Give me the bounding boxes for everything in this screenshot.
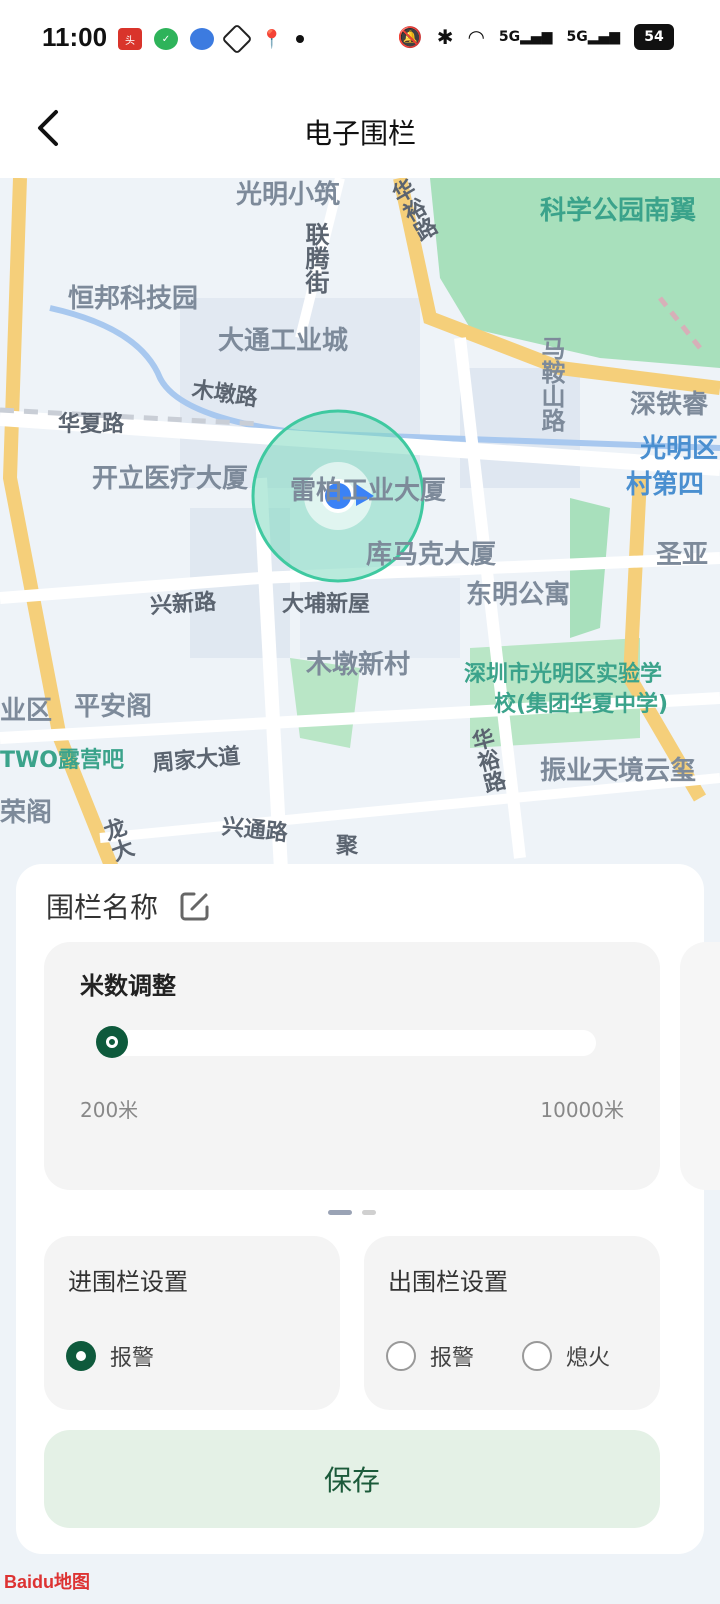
- signal-5g-icon: 5G▂▄▆: [498, 29, 553, 45]
- status-right-icons: 🔕 ✱ ◠ 5G▂▄▆ 5G▂▄▆ 54: [398, 24, 674, 50]
- status-left-icons: 头 ✓ 📍: [118, 23, 304, 55]
- page-title: 电子围栏: [303, 117, 416, 150]
- status-bar: 11:00 头 ✓ 📍 🔕 ✱ ◠ 5G▂▄▆ 5G▂▄▆ 54: [0, 0, 720, 82]
- edit-icon[interactable]: [178, 889, 212, 923]
- exit-fence-options: 报警 熄火: [386, 1340, 610, 1372]
- map-label: 马鞍山路: [537, 336, 565, 432]
- browser-app-icon: [190, 28, 214, 50]
- range-title: 米数调整: [80, 972, 176, 1000]
- bell-off-icon: 🔕: [397, 25, 423, 49]
- enter-alarm-label: 报警: [110, 1346, 155, 1371]
- exit-fence-card: 出围栏设置 报警 熄火: [364, 1236, 660, 1410]
- map-label: 圣亚: [656, 540, 709, 570]
- map-label: 平安阁: [74, 692, 153, 722]
- exit-engine-off-label: 熄火: [566, 1346, 611, 1371]
- battery-icon: 54: [634, 24, 674, 50]
- diamond-app-icon: [221, 23, 253, 55]
- baidu-map-logo: Baidu地图: [4, 1572, 91, 1592]
- save-button[interactable]: 保存: [44, 1430, 660, 1528]
- map-label: 振业天境云玺: [540, 756, 697, 786]
- toutiao-app-icon: 头: [118, 28, 142, 50]
- exit-fence-title: 出围栏设置: [388, 1268, 508, 1296]
- range-slider-track[interactable]: [98, 1030, 596, 1056]
- map-label: 光明小筑: [236, 180, 341, 210]
- radio-checked-icon: [66, 1341, 96, 1371]
- map-label: TWO露营吧: [0, 748, 124, 773]
- enter-fence-options: 报警: [66, 1340, 154, 1372]
- map-label: 科学公园南翼: [540, 196, 697, 226]
- exit-engine-off-radio[interactable]: 熄火: [522, 1340, 610, 1372]
- map-label: 光明区: [640, 434, 719, 464]
- map-label: 恒邦科技园: [68, 284, 199, 314]
- fence-settings-panel: 围栏名称 米数调整 200米 10000米 进围栏设置 报警 出围栏设置 报警 …: [16, 864, 720, 1554]
- map-label: 深圳市光明区实验学: [464, 662, 663, 687]
- notification-dot-icon: [296, 35, 304, 43]
- pager-dots: [328, 1210, 376, 1215]
- range-slider-thumb[interactable]: [96, 1026, 128, 1058]
- enter-alarm-radio[interactable]: 报警: [66, 1340, 154, 1372]
- exit-alarm-label: 报警: [430, 1346, 475, 1371]
- map-label: 兴新路: [149, 589, 217, 620]
- map-label: 木墩新村: [306, 650, 411, 680]
- wifi-icon: ◠: [467, 25, 485, 49]
- map-label: 大埔新屋: [282, 592, 371, 617]
- map-label: 村第四: [626, 470, 705, 500]
- shield-app-icon: ✓: [154, 28, 178, 50]
- exit-alarm-radio[interactable]: 报警: [386, 1340, 474, 1372]
- map-label: 荣阁: [0, 798, 53, 828]
- pager-dot[interactable]: [362, 1210, 376, 1215]
- fence-name-label: 围栏名称: [46, 891, 159, 924]
- enter-fence-title: 进围栏设置: [68, 1268, 188, 1296]
- map-label: 库马克大厦: [366, 540, 497, 570]
- range-min-label: 200米: [80, 1098, 139, 1122]
- map-label: 深铁睿: [630, 390, 709, 420]
- map-label: 大通工业城: [218, 326, 349, 356]
- location-app-icon: 📍: [260, 28, 284, 50]
- map-label: 兴通路: [220, 814, 289, 847]
- map-label: 东明公寓: [466, 580, 571, 610]
- radio-unchecked-icon: [522, 1341, 553, 1371]
- signal-5g-icon: 5G▂▄▆: [566, 29, 620, 45]
- status-time: 11:00: [42, 22, 108, 52]
- range-card: 米数调整 200米 10000米: [44, 942, 660, 1190]
- bluetooth-icon: ✱: [436, 25, 454, 49]
- map-label: 聚: [336, 834, 359, 859]
- radio-unchecked-icon: [386, 1341, 416, 1371]
- fence-name-row[interactable]: 围栏名称: [46, 886, 212, 926]
- map-label: 雷柏工业大厦: [290, 476, 447, 506]
- next-card-peek[interactable]: [680, 942, 720, 1190]
- enter-fence-card: 进围栏设置 报警: [44, 1236, 340, 1410]
- map-label: 华夏路: [58, 412, 125, 437]
- range-max-label: 10000米: [540, 1098, 624, 1122]
- map-label: 开立医疗大厦: [92, 464, 249, 494]
- map-label: 联腾街: [301, 222, 329, 294]
- app-header: 电子围栏: [0, 82, 720, 178]
- map-label: 业区: [0, 696, 53, 726]
- pager-dot-active[interactable]: [328, 1210, 352, 1215]
- map-label: 校(集团华夏中学): [494, 692, 669, 717]
